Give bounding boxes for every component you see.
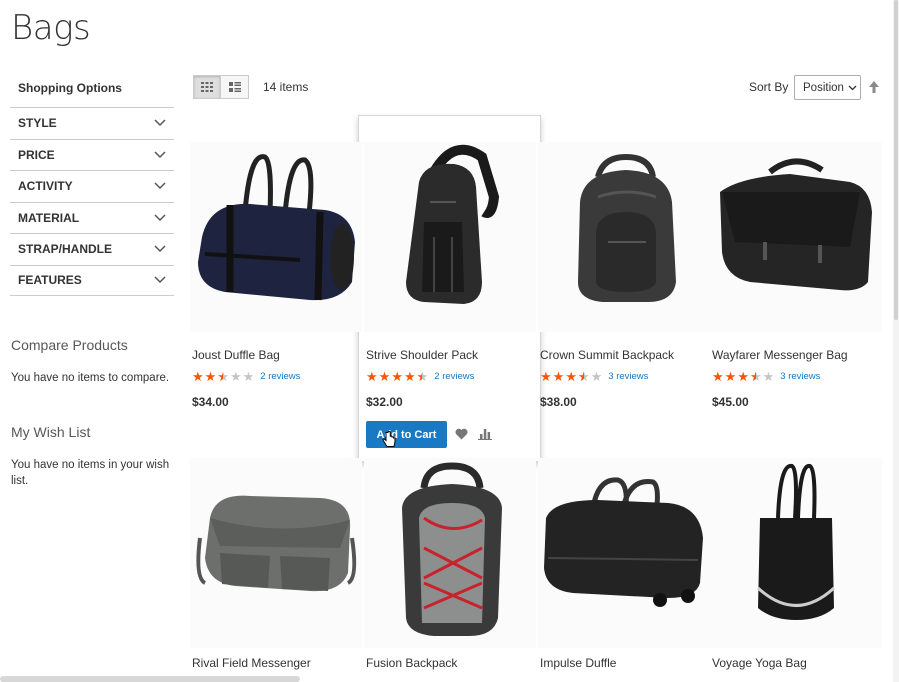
sort-by-value: Position (803, 81, 844, 94)
product-price: $32.00 (366, 395, 403, 409)
reviews-link[interactable]: 2 reviews (260, 371, 300, 382)
star-full-icon: ★ (712, 369, 724, 384)
star-empty-icon: ★ (229, 369, 242, 384)
filter-price[interactable]: PRICE (10, 138, 174, 171)
product-price: $45.00 (712, 395, 749, 409)
star-empty-icon: ★ (242, 369, 255, 384)
filter-material[interactable]: MATERIAL (10, 201, 174, 234)
sort-by-label: Sort By (749, 80, 789, 94)
heart-icon[interactable] (455, 428, 468, 440)
reviews-link[interactable]: 3 reviews (608, 371, 648, 382)
product-price: $38.00 (540, 395, 577, 409)
chevron-down-icon (154, 151, 166, 158)
star-full-icon: ★ (552, 369, 565, 384)
grid-view-button[interactable] (193, 75, 221, 99)
star-full-icon: ★ (366, 369, 378, 384)
sort-direction-arrow-up-icon[interactable] (868, 80, 880, 94)
product-image[interactable] (190, 142, 362, 332)
product-rating: ★★★★★ 3 reviews (712, 370, 820, 383)
rating-stars: ★ ★ ★ ★ ★ (192, 370, 254, 383)
star-empty-icon: ★ (590, 369, 603, 384)
product-image[interactable] (538, 142, 710, 332)
filter-features[interactable]: FEATURES (10, 264, 174, 296)
star-half-icon: ★ (578, 370, 590, 383)
items-count: 14 items (263, 80, 309, 94)
star-full-icon: ★ (737, 369, 749, 384)
add-to-cart-button[interactable]: Add to Cart (366, 421, 447, 448)
star-full-icon: ★ (391, 369, 403, 384)
product-image[interactable] (364, 458, 536, 648)
rating-stars: ★ ★ ★ ★ ★ (712, 370, 774, 383)
filter-label: PRICE (18, 147, 55, 162)
filter-label: STRAP/HANDLE (18, 242, 113, 257)
filter-activity[interactable]: ACTIVITY (10, 170, 174, 202)
star-full-icon: ★ (403, 369, 416, 384)
product-image[interactable] (710, 458, 882, 648)
page-title: Bags (11, 8, 91, 48)
product-name[interactable]: Fusion Backpack (366, 656, 457, 670)
list-view-button[interactable] (221, 75, 249, 99)
product-name[interactable]: Rival Field Messenger (192, 656, 311, 670)
product-name[interactable]: Voyage Yoga Bag (712, 656, 807, 670)
star-full-icon: ★ (724, 369, 737, 384)
filter-strap-handle[interactable]: STRAP/HANDLE (10, 233, 174, 265)
product-name[interactable]: Impulse Duffle (540, 656, 616, 670)
product-image[interactable] (710, 142, 882, 332)
star-half-icon: ★ (417, 370, 429, 383)
star-half-icon: ★ (217, 370, 229, 383)
sidebar: Shopping Options STYLE PRICE ACTIVITY MA… (10, 76, 174, 296)
product-image[interactable] (190, 458, 362, 648)
product-image[interactable] (538, 458, 710, 648)
filter-style[interactable]: STYLE (10, 107, 174, 139)
product-price: $34.00 (192, 395, 229, 409)
chevron-down-icon (154, 119, 166, 127)
product-name[interactable]: Crown Summit Backpack (540, 348, 674, 362)
shopping-options-heading: Shopping Options (18, 81, 122, 95)
star-full-icon: ★ (565, 369, 577, 384)
product-rating: ★★★★★ 2 reviews (366, 370, 474, 383)
star-empty-icon: ★ (762, 369, 775, 384)
vertical-scrollbar[interactable] (893, 0, 899, 682)
product-name[interactable]: Strive Shoulder Pack (366, 348, 478, 362)
chevron-down-icon (154, 214, 166, 221)
star-full-icon: ★ (378, 369, 391, 384)
wishlist-title: My Wish List (11, 424, 91, 440)
filter-label: STYLE (18, 116, 57, 131)
chevron-down-icon (154, 245, 166, 253)
product-rating: ★★★★★ 2 reviews (192, 370, 300, 383)
product-name[interactable]: Joust Duffle Bag (192, 348, 280, 362)
grid-icon (201, 82, 213, 92)
compare-empty-text: You have no items to compare. (11, 372, 170, 384)
filter-label: ACTIVITY (18, 179, 73, 194)
scrollbar-thumb[interactable] (894, 0, 898, 320)
list-icon (228, 82, 241, 92)
star-full-icon: ★ (540, 369, 552, 384)
product-image[interactable] (364, 142, 536, 332)
filter-label: FEATURES (18, 273, 82, 288)
horizontal-scrollbar[interactable] (0, 676, 300, 682)
star-half-icon: ★ (750, 370, 762, 383)
filter-label: MATERIAL (18, 210, 80, 225)
wishlist-empty-text: You have no items in your wish list. (11, 459, 170, 487)
reviews-link[interactable]: 2 reviews (434, 371, 474, 382)
view-mode-switch (193, 75, 249, 99)
chevron-down-icon (848, 85, 857, 90)
reviews-link[interactable]: 3 reviews (780, 371, 820, 382)
rating-stars: ★ ★ ★ ★ ★ (366, 370, 428, 383)
compare-bars-icon[interactable] (478, 428, 492, 440)
rating-stars: ★ ★ ★ ★ ★ (540, 370, 602, 383)
chevron-down-icon (154, 182, 166, 190)
compare-products-title: Compare Products (11, 337, 128, 353)
sort-by-select[interactable]: Position (794, 75, 861, 100)
star-full-icon: ★ (192, 369, 204, 384)
product-name[interactable]: Wayfarer Messenger Bag (712, 348, 848, 362)
product-rating: ★★★★★ 3 reviews (540, 370, 648, 383)
star-full-icon: ★ (204, 369, 217, 384)
chevron-down-icon (154, 276, 166, 284)
hand-cursor-icon (382, 431, 396, 447)
